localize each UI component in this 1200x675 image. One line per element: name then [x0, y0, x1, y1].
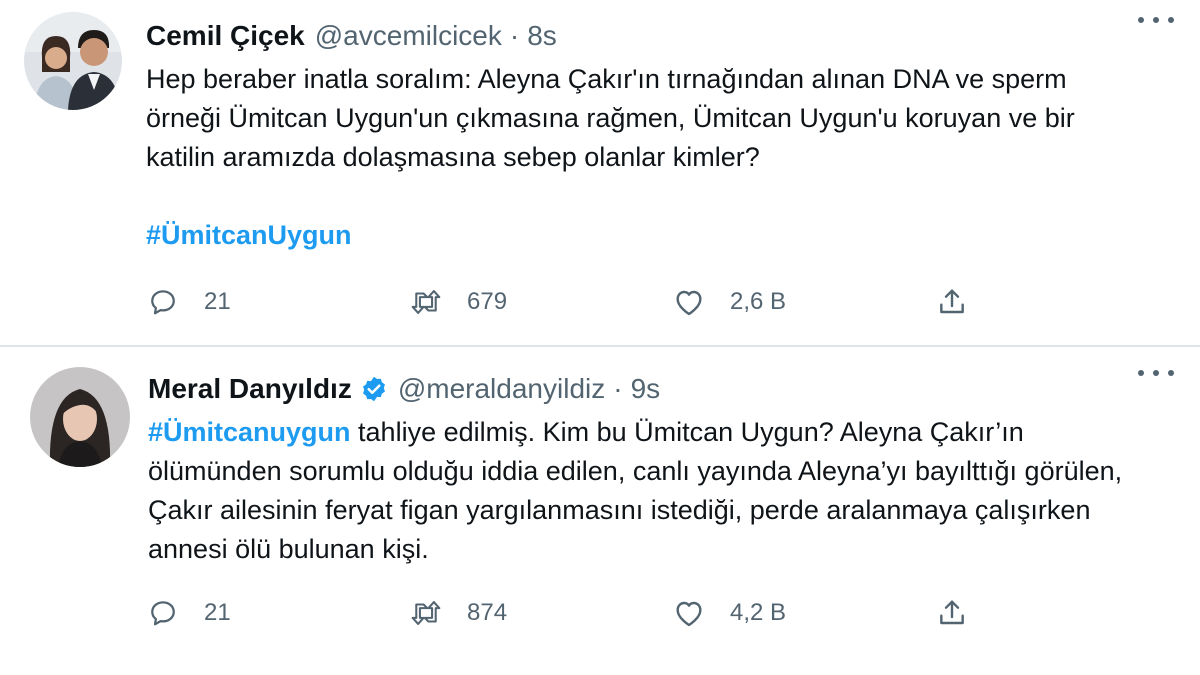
- more-dots-icon: [1138, 370, 1144, 376]
- heart-icon: [672, 596, 706, 630]
- avatar-meral[interactable]: [30, 367, 130, 467]
- retweet-count: 874: [467, 599, 508, 626]
- more-dots-icon: [1138, 17, 1144, 23]
- reply-button[interactable]: 21: [146, 596, 409, 630]
- author-name[interactable]: Cemil Çiçek: [146, 20, 305, 52]
- hashtag-link[interactable]: #ÜmitcanUygun: [146, 220, 352, 250]
- more-options-button[interactable]: [1138, 10, 1174, 30]
- share-icon: [935, 596, 969, 630]
- like-count: 2,6 B: [730, 288, 787, 315]
- more-options-button[interactable]: [1138, 363, 1174, 383]
- share-icon: [935, 285, 969, 319]
- like-button[interactable]: 4,2 B: [672, 596, 935, 630]
- verified-badge-icon: [360, 375, 388, 403]
- author-handle[interactable]: @meraldanyildiz: [398, 373, 605, 405]
- reply-button[interactable]: 21: [146, 285, 409, 319]
- tweet-text-block: #Ümitcanuygun tahliye edilmiş. Kim bu Üm…: [148, 413, 1158, 569]
- reply-count: 21: [204, 599, 231, 626]
- like-button[interactable]: 2,6 B: [672, 285, 935, 319]
- tweet-1[interactable]: Cemil Çiçek @avcemilcicek · 8s Hep berab…: [0, 0, 1200, 345]
- avatar-photo-woman: [30, 367, 130, 467]
- share-button[interactable]: [935, 285, 995, 319]
- reply-count: 21: [204, 288, 231, 315]
- action-bar: 21 679 2,6 B: [146, 285, 1016, 319]
- tweet-timestamp[interactable]: 9s: [631, 373, 661, 405]
- more-dot: [1153, 17, 1159, 23]
- tweet-timestamp[interactable]: 8s: [527, 20, 557, 52]
- author-handle[interactable]: @avcemilcicek: [315, 20, 502, 52]
- speech-bubble-icon: [146, 596, 180, 630]
- separator-dot: ·: [509, 20, 520, 51]
- retweet-icon: [409, 596, 443, 630]
- heart-icon: [672, 285, 706, 319]
- more-dot: [1153, 370, 1159, 376]
- separator-dot: ·: [613, 373, 623, 404]
- share-button[interactable]: [935, 596, 995, 630]
- more-dot: [1168, 17, 1174, 23]
- retweet-button[interactable]: 874: [409, 596, 672, 630]
- like-count: 4,2 B: [730, 599, 787, 626]
- retweet-button[interactable]: 679: [409, 285, 672, 319]
- retweet-count: 679: [467, 288, 508, 315]
- avatar-cemil[interactable]: [24, 12, 122, 110]
- avatar-photo-couple: [24, 12, 122, 110]
- hashtag-link[interactable]: #Ümitcanuygun: [148, 417, 351, 447]
- speech-bubble-icon: [146, 285, 180, 319]
- more-dot: [1168, 370, 1174, 376]
- retweet-icon: [409, 285, 443, 319]
- tweet-text: Hep beraber inatla soralım: Aleyna Çakır…: [146, 64, 1075, 172]
- action-bar-2: 21 874 4,2 B: [146, 596, 1016, 630]
- author-name[interactable]: Meral Danyıldız: [148, 373, 352, 405]
